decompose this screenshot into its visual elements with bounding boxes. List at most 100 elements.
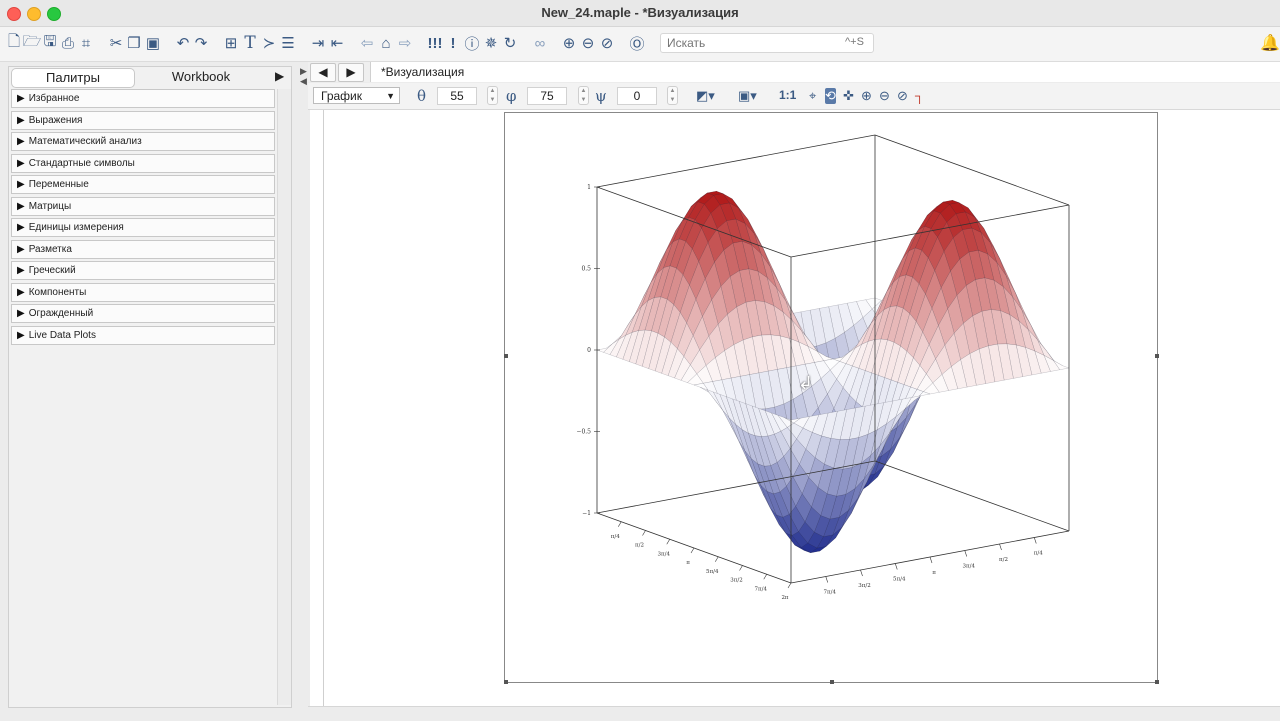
indent-icon[interactable]: ⇥ [308,33,328,53]
phi-stepper[interactable]: ▲ ▼ [578,86,589,105]
expand-triangle-icon: ▶ [17,136,25,147]
plot-resize-handle[interactable] [1155,680,1159,684]
theta-stepper[interactable]: ▲ ▼ [487,86,498,105]
plot-resize-handle[interactable] [504,680,508,684]
search-shortcut-label: ^+S [845,36,864,48]
palette-item-common-symbols[interactable]: ▶ Стандартные символы [11,153,275,173]
link-icon[interactable]: ∞ [530,33,550,53]
bounding-box-edge [874,134,1070,206]
surface-style-icon[interactable]: ◩▾ [696,88,715,104]
palette-item-expressions[interactable]: ▶ Выражения [11,110,275,130]
copy-icon[interactable]: ❐ [124,33,144,53]
print-preview-icon[interactable]: ⌗ [76,33,96,53]
expand-triangle-icon: ▶ [17,157,25,169]
x-tick-label: 7π/4 [755,586,768,592]
pan-icon[interactable]: ✜ [843,88,854,104]
zoom-reset-icon[interactable]: ⊘ [597,33,617,53]
tab-palettes[interactable]: Палитры [11,68,135,88]
point-probe-icon[interactable]: ⌖ [809,88,816,104]
forward-icon[interactable]: ⇨ [395,33,415,53]
plot-resize-handle[interactable] [1155,354,1159,358]
math-mode-icon[interactable]: ⊞ [221,33,241,53]
axes-style-icon[interactable]: ▣▾ [738,88,757,104]
stop-icon[interactable]: ⓘ [462,33,482,53]
zoom-in-icon[interactable]: ⊕ [559,33,579,53]
palette-item-live-data-plots[interactable]: ▶ Live Data Plots [11,325,275,345]
rotate-icon[interactable]: ⟲ [825,88,836,104]
cut-icon[interactable]: ✂ [106,33,126,53]
palette-item-components[interactable]: ▶ Компоненты [11,282,275,302]
y-tick-label: 5π/4 [893,577,906,583]
plot-resize-handle[interactable] [504,354,508,358]
palette-list: ▶ Избранное ▶ Выражения ▶ Математический ан… [11,89,275,347]
zoom-out-icon[interactable]: ⊖ [578,33,598,53]
undo-icon[interactable]: ↶ [173,33,193,53]
prompt-icon[interactable]: ≻ [259,33,279,53]
document-margin-line [323,110,324,706]
expand-triangle-icon: ▶ [17,222,25,233]
plot-3d-surface[interactable]: 1 0.5 0 −0.5 −1 π/4 π/2 3π/4 π 5π/4 3π/2 7π/4 2π 7π… [505,113,1157,682]
theta-field[interactable]: 55 [437,87,477,105]
help-icon[interactable]: Ⓞ [627,33,647,53]
y-tick-mark [894,563,898,570]
paragraph-icon[interactable]: ☰ [278,33,298,53]
palette-item-favorites[interactable]: ▶ Избранное [11,89,275,108]
open-icon[interactable]: 🗁 [22,33,42,53]
palette-item-greek[interactable]: ▶ Греческий [11,261,275,280]
z-axis-ticks: 1 0.5 0 −0.5 −1 [576,184,600,517]
palette-item-layout[interactable]: ▶ Разметка [11,239,275,259]
document-tab[interactable]: *Визуализация [370,62,1280,82]
redo-icon[interactable]: ↷ [191,33,211,53]
palette-item-label: Переменные [28,179,89,190]
restart-icon[interactable]: ↻ [500,33,520,53]
palette-scrollbar[interactable] [277,89,291,705]
palette-item-calculus[interactable]: ▶ Математический анализ [11,132,275,151]
outdent-icon[interactable]: ⇤ [327,33,347,53]
scale-zoom-in-icon[interactable]: ⊕ [861,88,872,104]
save-icon[interactable]: 🖫 [40,33,60,53]
plot-frame[interactable]: 1 0.5 0 −0.5 −1 π/4 π/2 3π/4 π 5π/4 3π/2 7π/4 2π 7π… [504,112,1158,683]
panel-expand-arrow-icon[interactable]: ▶ [275,69,284,83]
print-icon[interactable]: ⎙ [58,33,78,53]
back-icon[interactable]: ⇦ [357,33,377,53]
execute-all-icon[interactable]: !!! [425,33,445,53]
plot-type-select[interactable]: График ▼ [313,87,400,104]
x-axis-ticks: π/4 π/2 3π/4 π 5π/4 3π/2 7π/4 2π [611,521,792,601]
rotate-cursor-icon: ↲ [798,373,814,393]
scale-reset-icon[interactable]: ⊘ [897,88,908,104]
new-document-icon[interactable]: 🗋 [4,33,24,53]
palette-item-variables[interactable]: ▶ Переменные [11,175,275,194]
x-tick-label: 3π/2 [730,578,742,584]
x-tick-mark [617,521,622,527]
scale-constrained-button[interactable]: 1:1 [779,88,796,102]
expand-arrow-icon[interactable]: ◀ [300,76,307,87]
palette-item-fenced[interactable]: ▶ Огражденный [11,304,275,323]
theta-label: θ [417,87,427,105]
panel-splitter[interactable]: ▶ ◀ [300,66,308,716]
text-mode-icon[interactable]: T [240,33,260,53]
expand-triangle-icon: ▶ [17,114,25,126]
status-bar [308,706,1280,721]
plot-resize-handle[interactable] [830,680,834,684]
execute-icon[interactable]: ! [443,33,463,53]
previous-document-button[interactable]: ◀ [310,63,336,82]
phi-field[interactable]: 75 [527,87,567,105]
psi-field[interactable]: 0 [617,87,657,105]
y-tick-label: π/2 [999,557,1008,563]
psi-stepper[interactable]: ▲ ▼ [667,86,678,105]
next-document-button[interactable]: ▶ [338,63,364,82]
palette-item-matrix[interactable]: ▶ Матрицы [11,196,275,216]
search-input[interactable] [660,33,874,53]
palette-item-label: Компоненты [28,286,87,298]
notification-bell-icon[interactable]: 🔔 [1260,33,1280,53]
axes-origin-icon[interactable]: ┐ [915,88,924,103]
chevron-down-icon: ▼ [386,91,395,101]
tab-workbook[interactable]: Workbook [133,68,269,86]
palette-item-units[interactable]: ▶ Единицы измерения [11,218,275,237]
home-icon[interactable]: ⌂ [376,33,396,53]
paste-icon[interactable]: ▣ [143,33,163,53]
scale-zoom-out-icon[interactable]: ⊖ [879,88,890,104]
debug-icon[interactable]: ✵ [481,33,501,53]
x-tick-mark [787,582,792,589]
x-tick-mark [739,565,743,571]
